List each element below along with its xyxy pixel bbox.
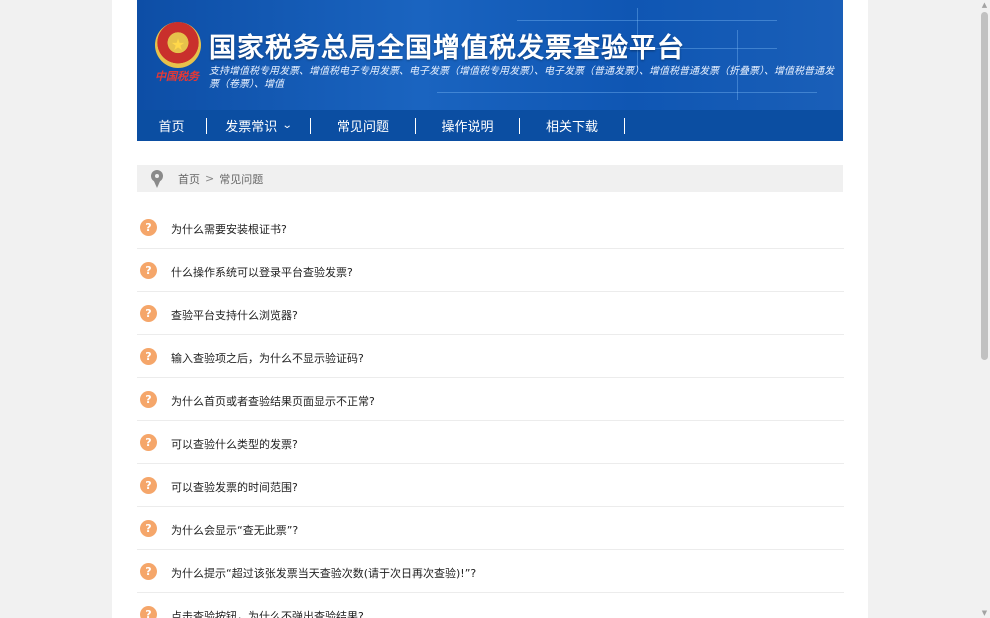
- faq-item[interactable]: ? 为什么需要安装根证书?: [137, 206, 844, 249]
- faq-question[interactable]: 可以查验发票的时间范围?: [171, 479, 298, 495]
- faq-question[interactable]: 输入查验项之后，为什么不显示验证码?: [171, 350, 364, 366]
- nav-item-label: 常见问题: [336, 120, 389, 135]
- star-icon: ★: [170, 35, 186, 54]
- question-icon: ?: [140, 348, 157, 365]
- faq-item[interactable]: ? 输入查验项之后，为什么不显示验证码?: [137, 335, 844, 378]
- seal-text: 中国税务: [155, 70, 199, 83]
- question-icon: ?: [140, 520, 157, 537]
- site-subtitle: 支持增值税专用发票、增值税电子专用发票、电子发票（增值税专用发票）、电子发票（普…: [209, 66, 834, 90]
- question-icon: ?: [140, 219, 157, 236]
- site-banner: ★ 中国税务 国家税务总局全国增值税发票查验平台 支持增值税专用发票、增值税电子…: [137, 0, 843, 110]
- nav-item-invoice-knowledge[interactable]: 发票常识 ⌄: [207, 117, 311, 135]
- faq-item[interactable]: ? 为什么会显示“查无此票”?: [137, 507, 844, 550]
- faq-question[interactable]: 为什么会显示“查无此票”?: [171, 522, 298, 538]
- nav-item-label: 首页: [158, 120, 185, 135]
- nav-item-instructions[interactable]: 操作说明: [416, 117, 520, 135]
- chevron-down-icon: ⌄: [282, 120, 293, 131]
- site-title: 国家税务总局全国增值税发票查验平台: [209, 33, 685, 64]
- faq-item[interactable]: ? 为什么提示“超过该张发票当天查验次数(请于次日再次查验)!”?: [137, 550, 844, 593]
- faq-list: ? 为什么需要安装根证书? ? 什么操作系统可以登录平台查验发票? ? 查验平台…: [137, 206, 844, 618]
- question-icon: ?: [140, 477, 157, 494]
- faq-item[interactable]: ? 查验平台支持什么浏览器?: [137, 292, 844, 335]
- faq-question[interactable]: 什么操作系统可以登录平台查验发票?: [171, 264, 353, 280]
- faq-question[interactable]: 可以查验什么类型的发票?: [171, 436, 298, 452]
- question-icon: ?: [140, 262, 157, 279]
- question-icon: ?: [140, 391, 157, 408]
- scroll-down-arrow-icon[interactable]: ▼: [979, 608, 990, 618]
- breadcrumb-home-link[interactable]: 首页: [178, 171, 200, 187]
- faq-question[interactable]: 查验平台支持什么浏览器?: [171, 307, 298, 323]
- breadcrumb: 首页 > 常见问题: [137, 165, 843, 192]
- question-icon: ?: [140, 563, 157, 580]
- faq-question[interactable]: 点击查验按钮，为什么不弹出查验结果?: [171, 608, 364, 618]
- page-container: ★ 中国税务 国家税务总局全国增值税发票查验平台 支持增值税专用发票、增值税电子…: [112, 0, 868, 618]
- main-nav: 首页 发票常识 ⌄ 常见问题 操作说明 相关下载: [137, 110, 843, 141]
- nav-item-faq[interactable]: 常见问题: [311, 117, 416, 135]
- breadcrumb-separator: >: [205, 172, 215, 185]
- question-icon: ?: [140, 305, 157, 322]
- location-pin-icon: [151, 169, 163, 188]
- faq-item[interactable]: ? 可以查验什么类型的发票?: [137, 421, 844, 464]
- breadcrumb-current: 常见问题: [219, 172, 264, 186]
- faq-question[interactable]: 为什么需要安装根证书?: [171, 221, 287, 237]
- nav-item-label: 发票常识: [225, 120, 278, 135]
- banner-decoration: [517, 20, 777, 21]
- scroll-up-arrow-icon[interactable]: ▲: [979, 0, 990, 10]
- nav-item-home[interactable]: 首页: [137, 117, 207, 135]
- question-icon: ?: [140, 434, 157, 451]
- faq-item[interactable]: ? 点击查验按钮，为什么不弹出查验结果?: [137, 593, 844, 618]
- faq-question[interactable]: 为什么提示“超过该张发票当天查验次数(请于次日再次查验)!”?: [171, 565, 476, 581]
- nav-item-downloads[interactable]: 相关下载: [520, 117, 625, 135]
- nav-item-label: 相关下载: [545, 120, 598, 135]
- scrollbar-thumb[interactable]: [981, 12, 988, 360]
- banner-decoration: [437, 92, 817, 93]
- vertical-scrollbar[interactable]: ▲ ▼: [979, 0, 990, 618]
- faq-item[interactable]: ? 为什么首页或者查验结果页面显示不正常?: [137, 378, 844, 421]
- faq-item[interactable]: ? 可以查验发票的时间范围?: [137, 464, 844, 507]
- nav-item-label: 操作说明: [441, 120, 494, 135]
- faq-question[interactable]: 为什么首页或者查验结果页面显示不正常?: [171, 393, 375, 409]
- tax-emblem-icon: ★: [155, 22, 201, 68]
- question-icon: ?: [140, 606, 157, 618]
- faq-item[interactable]: ? 什么操作系统可以登录平台查验发票?: [137, 249, 844, 292]
